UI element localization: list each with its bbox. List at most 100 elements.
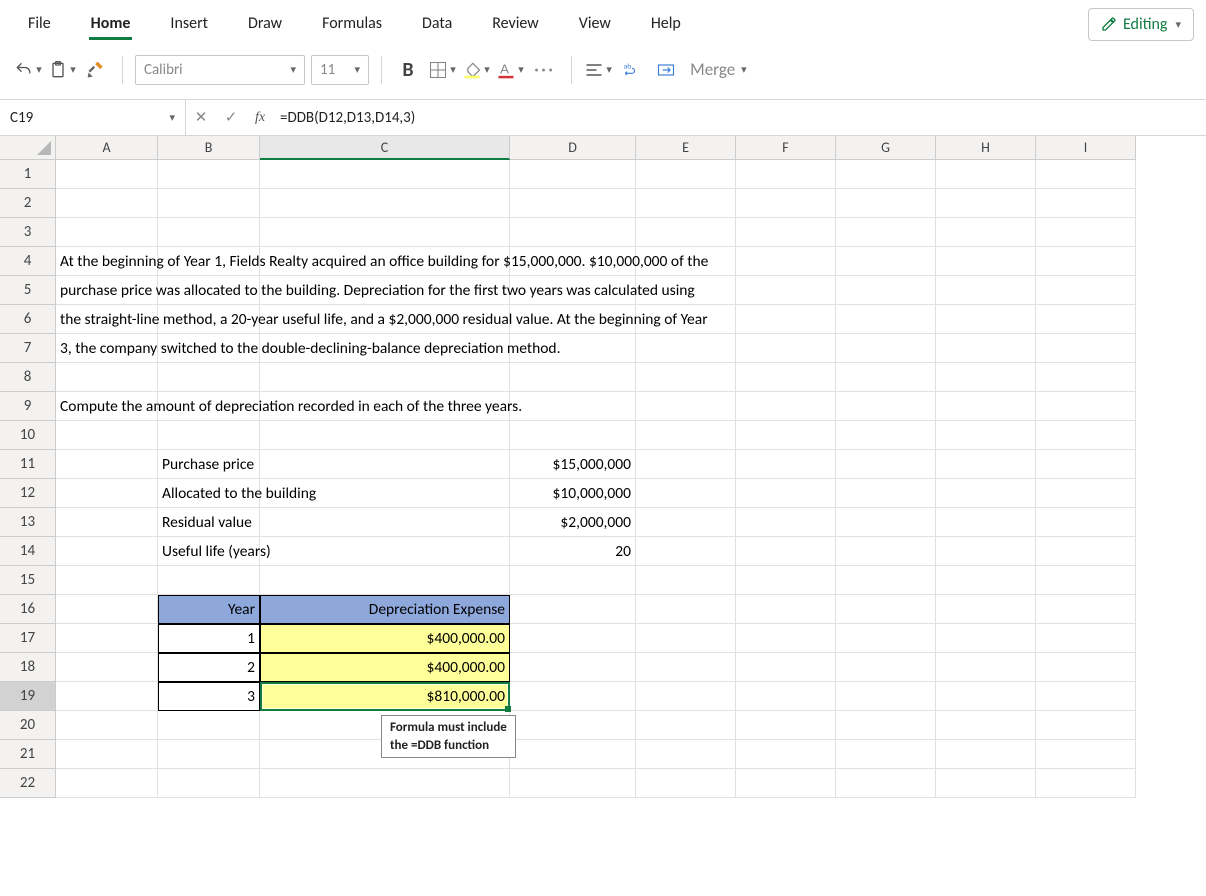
- cell-B13[interactable]: Residual value: [158, 508, 260, 537]
- accept-formula-button[interactable]: ✓: [216, 108, 246, 127]
- col-header-I[interactable]: I: [1036, 136, 1136, 160]
- align-icon: [584, 60, 604, 80]
- cell-D11[interactable]: $15,000,000: [510, 450, 636, 479]
- tooltip: Formula must include the =DDB function: [381, 715, 516, 758]
- col-header-H[interactable]: H: [936, 136, 1036, 160]
- font-name-value: Calibri: [144, 61, 183, 79]
- borders-button[interactable]: ▾: [428, 54, 456, 86]
- col-header-A[interactable]: A: [56, 136, 158, 160]
- cell-A5[interactable]: purchase price was allocated to the buil…: [56, 276, 158, 305]
- cell-D13[interactable]: $2,000,000: [510, 508, 636, 537]
- row-header-17[interactable]: 17: [0, 624, 56, 653]
- menu-formulas[interactable]: Formulas: [306, 6, 398, 43]
- chevron-down-icon: ▾: [70, 63, 76, 76]
- row-header-10[interactable]: 10: [0, 421, 56, 450]
- col-header-B[interactable]: B: [158, 136, 260, 160]
- row-header-18[interactable]: 18: [0, 653, 56, 682]
- menu-insert[interactable]: Insert: [154, 6, 224, 43]
- tooltip-line1: Formula must include: [390, 719, 507, 737]
- menu-draw[interactable]: Draw: [232, 6, 298, 43]
- editing-mode-button[interactable]: Editing ▾: [1088, 8, 1194, 41]
- cell-C19[interactable]: $810,000.00: [260, 682, 510, 711]
- name-box[interactable]: C19 ▾: [0, 100, 186, 135]
- col-header-D[interactable]: D: [510, 136, 636, 160]
- format-painter-button[interactable]: [82, 54, 110, 86]
- menu-file[interactable]: File: [12, 6, 67, 43]
- undo-button[interactable]: ▾: [14, 54, 42, 86]
- cell-D12[interactable]: $10,000,000: [510, 479, 636, 508]
- menu-help[interactable]: Help: [635, 6, 697, 43]
- align-button[interactable]: ▾: [584, 54, 612, 86]
- chevron-down-icon: ▾: [36, 63, 42, 76]
- cell-A6[interactable]: the straight-line method, a 20-year usef…: [56, 305, 158, 334]
- row-header-22[interactable]: 22: [0, 769, 56, 798]
- menu-home[interactable]: Home: [75, 6, 147, 43]
- row-header-3[interactable]: 3: [0, 218, 56, 247]
- merge-dropdown[interactable]: Merge ▾: [690, 59, 747, 80]
- svg-text:ab: ab: [624, 62, 632, 71]
- paste-button[interactable]: ▾: [48, 54, 76, 86]
- cell-B19[interactable]: 3: [158, 682, 260, 711]
- cell-A4[interactable]: At the beginning of Year 1, Fields Realt…: [56, 247, 158, 276]
- cell-B11[interactable]: Purchase price: [158, 450, 260, 479]
- row-header-8[interactable]: 8: [0, 363, 56, 392]
- row-header-4[interactable]: 4: [0, 247, 56, 276]
- row-header-7[interactable]: 7: [0, 334, 56, 363]
- cell-D14[interactable]: 20: [510, 537, 636, 566]
- col-header-G[interactable]: G: [836, 136, 936, 160]
- col-header-F[interactable]: F: [736, 136, 836, 160]
- cell-A7[interactable]: 3, the company switched to the double-de…: [56, 334, 158, 363]
- cell-B18[interactable]: 2: [158, 653, 260, 682]
- row-header-15[interactable]: 15: [0, 566, 56, 595]
- font-size-select[interactable]: 11 ▾: [311, 55, 369, 85]
- name-box-value: C19: [10, 109, 33, 127]
- row-header-14[interactable]: 14: [0, 537, 56, 566]
- select-all-corner[interactable]: [0, 136, 56, 160]
- row-header-19[interactable]: 19: [0, 682, 56, 711]
- svg-text:A: A: [500, 61, 509, 76]
- menu-review[interactable]: Review: [476, 6, 555, 43]
- fx-icon[interactable]: fx: [246, 110, 274, 126]
- merge-label-text: Merge: [690, 59, 735, 80]
- cell-B14[interactable]: Useful life (years): [158, 537, 260, 566]
- row-header-11[interactable]: 11: [0, 450, 56, 479]
- col-header-C[interactable]: C: [260, 136, 510, 160]
- row-header-12[interactable]: 12: [0, 479, 56, 508]
- font-color-button[interactable]: A ▾: [496, 54, 524, 86]
- row-header-16[interactable]: 16: [0, 595, 56, 624]
- chevron-down-icon: ▾: [290, 63, 296, 76]
- wrap-text-button[interactable]: ab: [618, 54, 646, 86]
- row-header-6[interactable]: 6: [0, 305, 56, 334]
- format-painter-icon: [86, 59, 106, 81]
- bold-button[interactable]: B: [394, 54, 422, 86]
- triangle-icon: [37, 141, 51, 155]
- chevron-down-icon: ▾: [518, 63, 524, 76]
- row-header-20[interactable]: 20: [0, 711, 56, 740]
- chevron-down-icon: ▾: [1175, 18, 1181, 31]
- formula-input[interactable]: =DDB(D12,D13,D14,3): [274, 109, 1206, 127]
- row-header-1[interactable]: 1: [0, 160, 56, 189]
- merge-icon: [656, 60, 676, 80]
- row-header-21[interactable]: 21: [0, 740, 56, 769]
- row-header-5[interactable]: 5: [0, 276, 56, 305]
- more-formatting-button[interactable]: ···: [530, 54, 559, 86]
- cell-C18[interactable]: $400,000.00: [260, 653, 510, 682]
- cell-B16[interactable]: Year: [158, 595, 260, 624]
- cell-B12[interactable]: Allocated to the building: [158, 479, 260, 508]
- fill-color-button[interactable]: ▾: [462, 54, 490, 86]
- cell-C16[interactable]: Depreciation Expense: [260, 595, 510, 624]
- row-header-2[interactable]: 2: [0, 189, 56, 218]
- col-header-E[interactable]: E: [636, 136, 736, 160]
- menu-view[interactable]: View: [563, 6, 627, 43]
- cell-A9[interactable]: Compute the amount of depreciation recor…: [56, 392, 158, 421]
- cell-C17[interactable]: $400,000.00: [260, 624, 510, 653]
- cancel-formula-button[interactable]: ✕: [186, 108, 216, 127]
- chevron-down-icon: ▾: [354, 63, 360, 76]
- menu-data[interactable]: Data: [406, 6, 468, 43]
- merge-button[interactable]: [652, 54, 680, 86]
- font-name-select[interactable]: Calibri ▾: [135, 55, 305, 85]
- row-header-9[interactable]: 9: [0, 392, 56, 421]
- row-header-13[interactable]: 13: [0, 508, 56, 537]
- cell-B17[interactable]: 1: [158, 624, 260, 653]
- chevron-down-icon: ▾: [169, 111, 175, 124]
